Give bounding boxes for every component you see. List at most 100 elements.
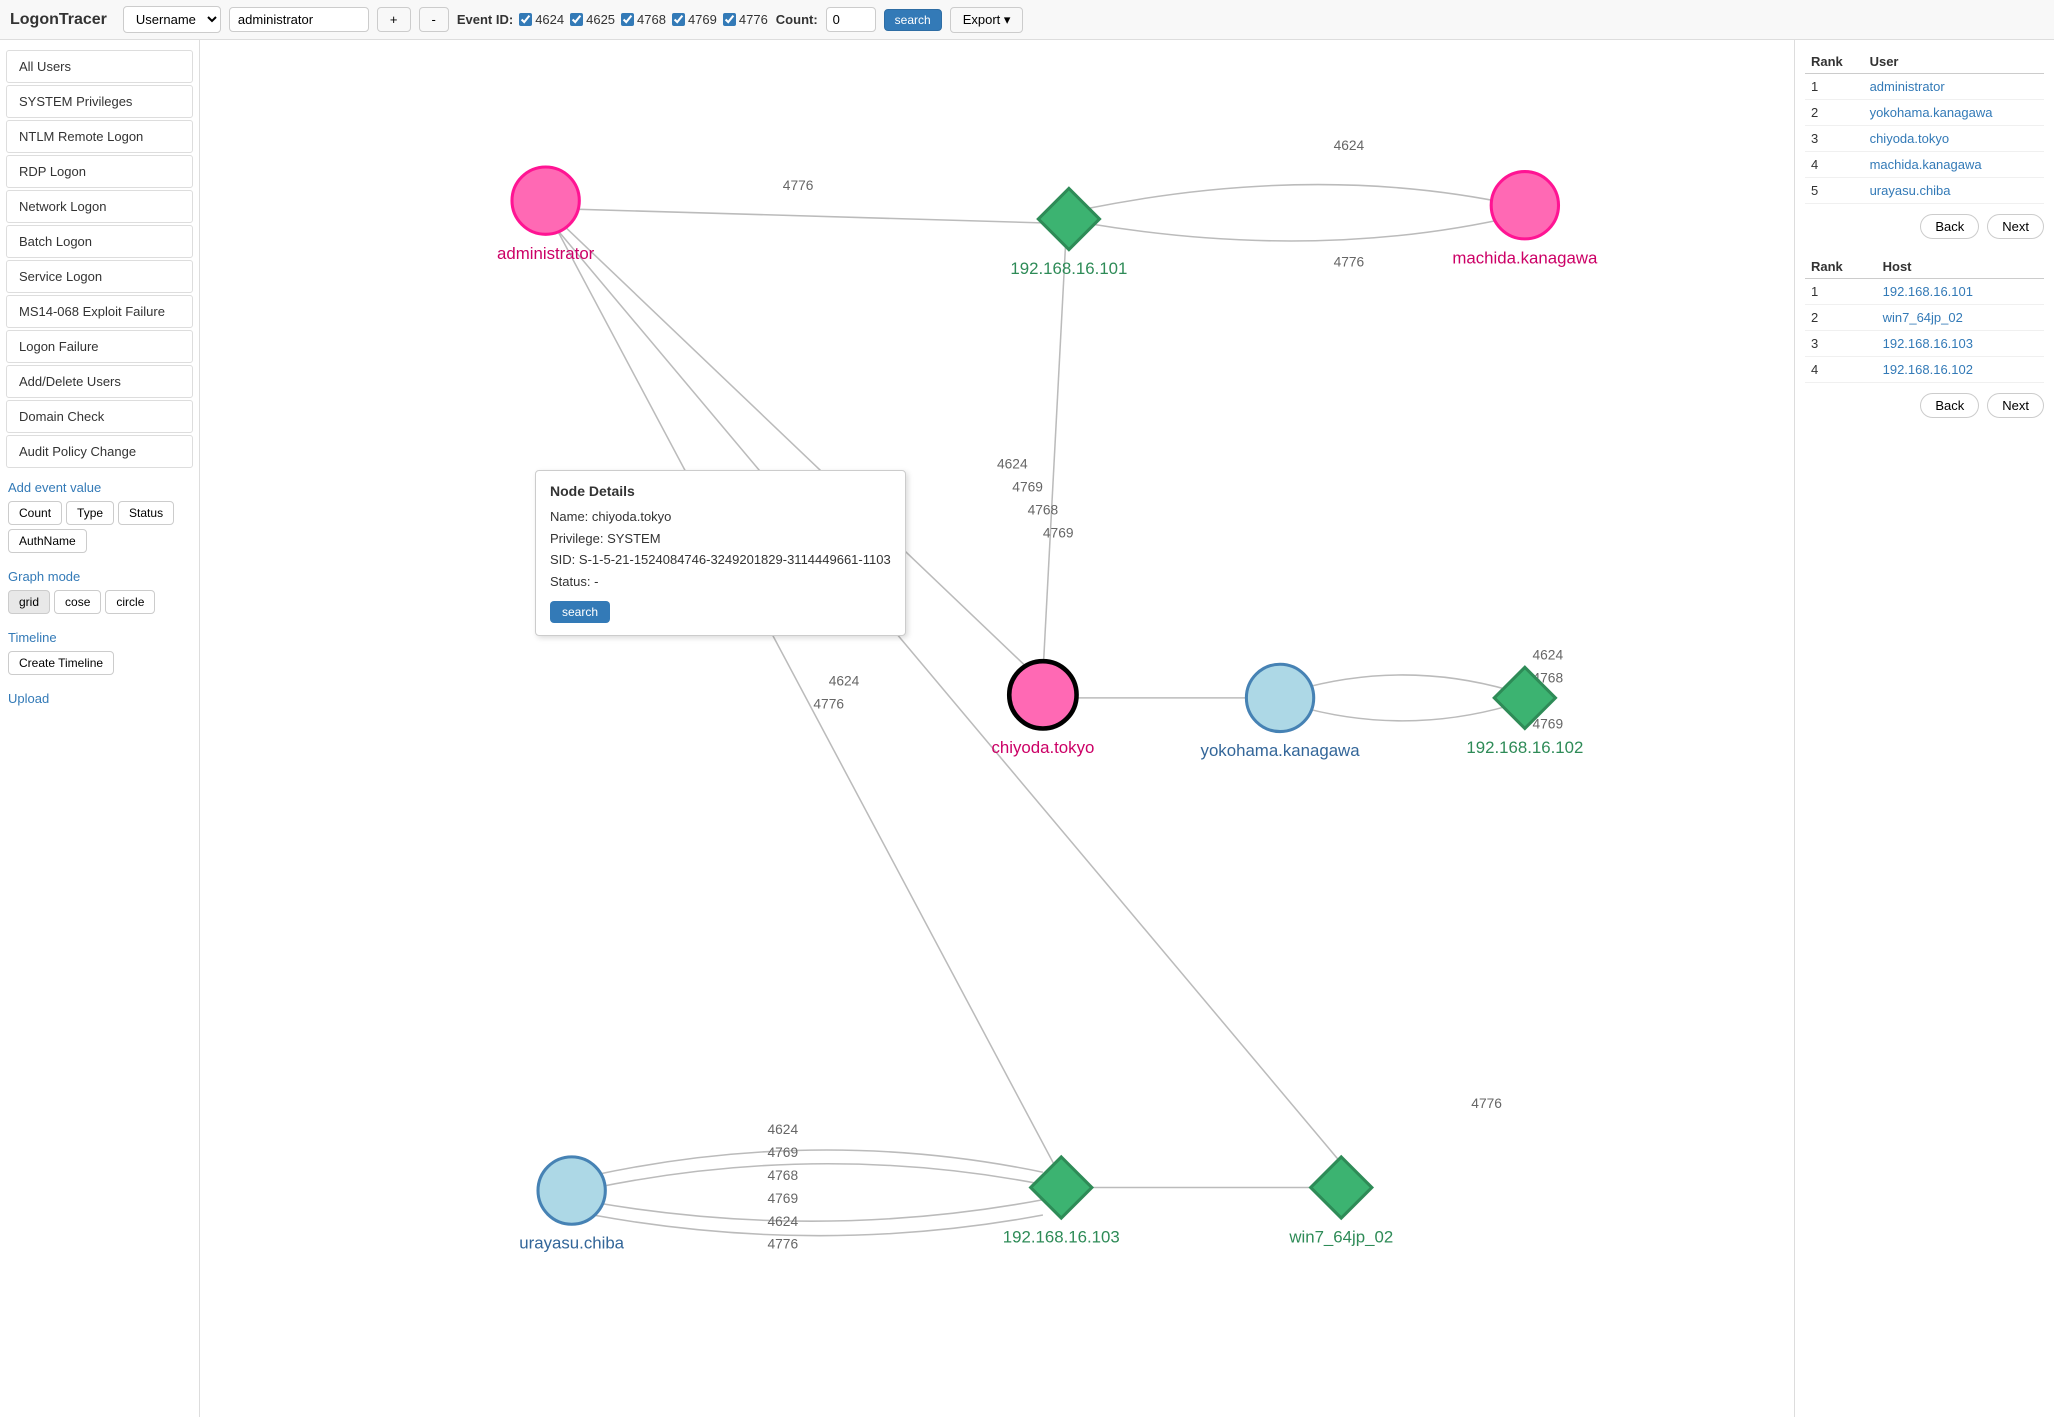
graph-mode-cose-btn[interactable]: cose	[54, 590, 101, 614]
node-192-168-16-101[interactable]: 192.168.16.101	[1010, 188, 1127, 278]
node-yokohama-kanagawa[interactable]: yokohama.kanagawa	[1201, 664, 1361, 760]
count-label: Count:	[776, 12, 818, 27]
sidebar-item-all-users[interactable]: All Users	[6, 50, 193, 83]
sidebar-item-domain-check[interactable]: Domain Check	[6, 400, 193, 433]
user-name-cell[interactable]: machida.kanagawa	[1864, 152, 2044, 178]
event-value-count-btn[interactable]: Count	[8, 501, 62, 525]
tooltip-search-button[interactable]: search	[550, 601, 610, 623]
host-rank-cell: 3	[1805, 331, 1877, 357]
node-label-102: 192.168.16.102	[1466, 738, 1583, 757]
event-id-4768[interactable]: 4768	[621, 12, 666, 27]
sidebar-item-batch-logon[interactable]: Batch Logon	[6, 225, 193, 258]
host-rank-row: 3 192.168.16.103	[1805, 331, 2044, 357]
event-value-type-btn[interactable]: Type	[66, 501, 114, 525]
graph-mode-grid-btn[interactable]: grid	[8, 590, 50, 614]
edge-label-bot-4768: 4768	[768, 1168, 799, 1183]
host-link[interactable]: 192.168.16.103	[1883, 336, 1973, 351]
user-link[interactable]: yokohama.kanagawa	[1870, 105, 1993, 120]
app-title: LogonTracer	[10, 11, 107, 29]
event-id-4625[interactable]: 4625	[570, 12, 615, 27]
user-name-cell[interactable]: yokohama.kanagawa	[1864, 100, 2044, 126]
graph-mode-circle-btn[interactable]: circle	[105, 590, 155, 614]
host-rank-cell: 4	[1805, 357, 1877, 383]
edge-urayasu-103-bot2	[596, 1200, 1043, 1221]
node-name-value: chiyoda.tokyo	[592, 509, 672, 524]
edge-urayasu-103-top	[596, 1164, 1043, 1188]
count-input[interactable]	[826, 7, 876, 32]
users-rank-header: Rank	[1805, 50, 1864, 74]
host-rank-cell: 2	[1805, 305, 1877, 331]
user-link[interactable]: administrator	[1870, 79, 1945, 94]
sidebar-item-network-logon[interactable]: Network Logon	[6, 190, 193, 223]
event-id-label: Event ID:	[457, 12, 513, 27]
username-input[interactable]	[229, 7, 369, 32]
user-name-cell[interactable]: chiyoda.tokyo	[1864, 126, 2044, 152]
edge-label-bot-4776: 4776	[768, 1237, 799, 1252]
export-button[interactable]: Export ▾	[950, 7, 1024, 33]
event-value-status-btn[interactable]: Status	[118, 501, 174, 525]
edge-label-4769-right: 4769	[1533, 717, 1564, 732]
search-button[interactable]: search	[884, 9, 942, 31]
user-rank-cell: 5	[1805, 178, 1864, 204]
edge-label-4776-br: 4776	[1471, 1096, 1502, 1111]
event-ids-group: Event ID: 4624 4625 4768 4769 4776	[457, 12, 768, 27]
host-name-cell[interactable]: 192.168.16.101	[1877, 279, 2044, 305]
host-name-cell[interactable]: 192.168.16.103	[1877, 331, 2044, 357]
user-link[interactable]: machida.kanagawa	[1870, 157, 1982, 172]
edge-yoko-102-top	[1295, 675, 1509, 690]
sidebar-item-audit-policy-change[interactable]: Audit Policy Change	[6, 435, 193, 468]
node-status-label: Status:	[550, 574, 594, 589]
host-link[interactable]: win7_64jp_02	[1883, 310, 1963, 325]
sidebar-item-ms14-068[interactable]: MS14-068 Exploit Failure	[6, 295, 193, 328]
user-name-cell[interactable]: urayasu.chiba	[1864, 178, 2044, 204]
sidebar-item-ntlm-remote-logon[interactable]: NTLM Remote Logon	[6, 120, 193, 153]
sidebar-item-add-delete-users[interactable]: Add/Delete Users	[6, 365, 193, 398]
create-timeline-btn[interactable]: Create Timeline	[8, 651, 114, 675]
hosts-back-button[interactable]: Back	[1920, 393, 1979, 418]
event-id-4776[interactable]: 4776	[723, 12, 768, 27]
user-rank-cell: 2	[1805, 100, 1864, 126]
node-192-168-16-103[interactable]: 192.168.16.103	[1003, 1157, 1120, 1247]
timeline-buttons: Create Timeline	[0, 649, 199, 681]
event-value-authname-btn[interactable]: AuthName	[8, 529, 87, 553]
remove-filter-button[interactable]: -	[419, 7, 449, 32]
edge-label-bot-4769b: 4769	[768, 1191, 799, 1206]
user-link[interactable]: urayasu.chiba	[1870, 183, 1951, 198]
node-administrator[interactable]: administrator	[497, 167, 595, 263]
graph-area[interactable]: 4776 4624 4776 4624 4769 4768 4769 4624 …	[200, 40, 1794, 1417]
event-id-4769[interactable]: 4769	[672, 12, 717, 27]
sidebar-item-service-logon[interactable]: Service Logon	[6, 260, 193, 293]
user-rank-cell: 3	[1805, 126, 1864, 152]
host-link[interactable]: 192.168.16.101	[1883, 284, 1973, 299]
host-link[interactable]: 192.168.16.102	[1883, 362, 1973, 377]
node-label-urayasu: urayasu.chiba	[519, 1234, 624, 1253]
host-rank-cell: 1	[1805, 279, 1877, 305]
host-name-cell[interactable]: 192.168.16.102	[1877, 357, 2044, 383]
sidebar-item-system-privileges[interactable]: SYSTEM Privileges	[6, 85, 193, 118]
users-user-header: User	[1864, 50, 2044, 74]
edge-label-4624-left: 4624	[829, 674, 860, 689]
edge-label-bot-4624: 4624	[768, 1122, 799, 1137]
host-name-cell[interactable]: win7_64jp_02	[1877, 305, 2044, 331]
user-rank-cell: 1	[1805, 74, 1864, 100]
hosts-next-button[interactable]: Next	[1987, 393, 2044, 418]
users-back-button[interactable]: Back	[1920, 214, 1979, 239]
users-nav-buttons: Back Next	[1805, 214, 2044, 239]
edge-label-mid-4768: 4768	[1028, 502, 1059, 517]
edge-label-mid-4769b: 4769	[1043, 525, 1074, 540]
user-rank-row: 1 administrator	[1805, 74, 2044, 100]
user-link[interactable]: chiyoda.tokyo	[1870, 131, 1950, 146]
username-type-select[interactable]: Username	[123, 6, 221, 33]
node-privilege-label: Privilege:	[550, 531, 607, 546]
users-next-button[interactable]: Next	[1987, 214, 2044, 239]
sidebar-item-rdp-logon[interactable]: RDP Logon	[6, 155, 193, 188]
edge-yoko-102-bot	[1295, 706, 1509, 721]
timeline-label: Timeline	[0, 620, 199, 649]
sidebar-item-logon-failure[interactable]: Logon Failure	[6, 330, 193, 363]
event-id-4624[interactable]: 4624	[519, 12, 564, 27]
node-machida-kanagawa[interactable]: machida.kanagawa	[1452, 172, 1598, 268]
add-filter-button[interactable]: +	[377, 7, 411, 32]
user-name-cell[interactable]: administrator	[1864, 74, 2044, 100]
node-win7-64jp-02[interactable]: win7_64jp_02	[1288, 1157, 1393, 1247]
node-chiyoda-tokyo[interactable]: chiyoda.tokyo	[991, 661, 1094, 757]
